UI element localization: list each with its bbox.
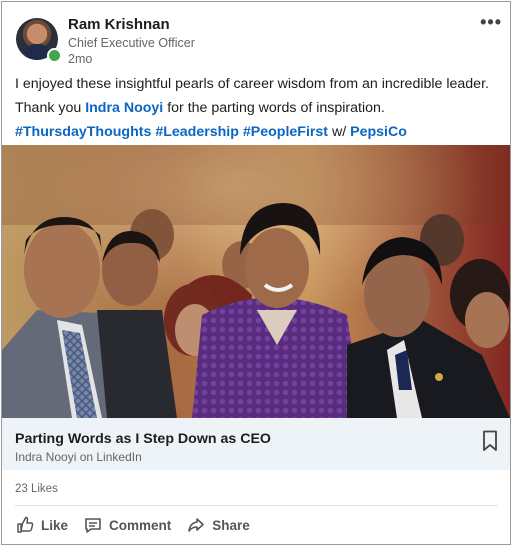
share-button[interactable]: Share [187, 516, 250, 534]
company-mention-link[interactable]: PepsiCo [350, 124, 407, 140]
post-image[interactable] [2, 145, 510, 418]
post-text-line-2-suffix: for the parting words of inspiration. [163, 100, 385, 116]
with-text: w/ [331, 124, 347, 140]
hashtag-link[interactable]: #ThursdayThoughts [15, 124, 151, 140]
share-arrow-icon [188, 518, 205, 532]
post-text-line-2: Thank you Indra Nooyi for the parting wo… [15, 96, 501, 120]
post-photo [2, 145, 510, 418]
online-status-icon [47, 48, 62, 63]
share-label: Share [212, 517, 250, 533]
post-timestamp: 2mo [68, 52, 93, 66]
post-text-line-1: I enjoyed these insightful pearls of car… [15, 76, 489, 92]
more-horizontal-icon: ••• [480, 12, 502, 32]
mention-link[interactable]: Indra Nooyi [85, 100, 163, 116]
action-bar: Like Comment Share [16, 514, 266, 536]
post-card: Ram Krishnan Chief Executive Officer 2mo… [1, 1, 511, 545]
more-options-button[interactable]: ••• [480, 12, 502, 33]
article-title[interactable]: Parting Words as I Step Down as CEO [15, 431, 271, 447]
hashtag-link[interactable]: #PeopleFirst [243, 124, 328, 140]
post-text-line-3: #ThursdayThoughts #Leadership #PeopleFir… [15, 120, 501, 144]
like-button[interactable]: Like [16, 516, 68, 534]
comment-button[interactable]: Comment [84, 516, 171, 534]
article-preview[interactable]: Parting Words as I Step Down as CEO Indr… [2, 418, 510, 470]
like-label: Like [41, 517, 69, 533]
thumbs-up-icon [17, 516, 34, 533]
comment-label: Comment [109, 517, 172, 533]
post-text-line-2-prefix: Thank you [15, 100, 86, 116]
post-text: I enjoyed these insightful pearls of car… [15, 72, 501, 144]
hashtag-link[interactable]: #Leadership [155, 124, 239, 140]
post-header: Ram Krishnan Chief Executive Officer 2mo… [2, 2, 510, 66]
comment-icon [85, 518, 101, 533]
likes-count[interactable]: 23 Likes [15, 483, 58, 495]
author-name[interactable]: Ram Krishnan [68, 16, 170, 33]
article-source: Indra Nooyi on LinkedIn [15, 450, 142, 464]
bookmark-icon[interactable] [482, 430, 498, 457]
divider [15, 505, 498, 506]
author-title: Chief Executive Officer [68, 36, 195, 50]
